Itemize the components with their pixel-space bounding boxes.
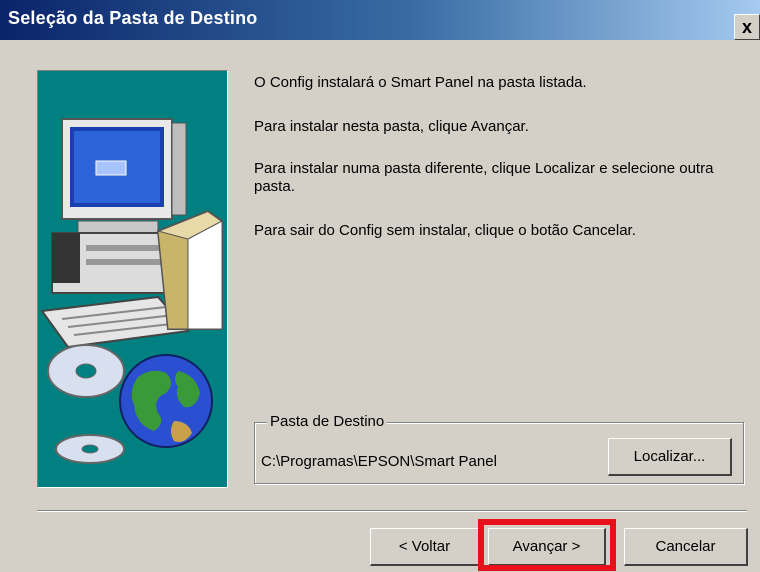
- back-button[interactable]: < Voltar: [370, 528, 480, 566]
- cancel-button[interactable]: Cancelar: [624, 528, 748, 566]
- close-button[interactable]: x: [734, 14, 760, 40]
- info-line-3: Para instalar numa pasta diferente, cliq…: [254, 160, 714, 195]
- destination-group-label: Pasta de Destino: [267, 413, 388, 430]
- destination-path: C:\Programas\EPSON\Smart Panel: [261, 453, 497, 470]
- next-button-highlight: [478, 519, 616, 571]
- window-title: Seleção da Pasta de Destino: [8, 8, 258, 28]
- info-line-2: Para instalar nesta pasta, clique Avança…: [254, 118, 529, 135]
- close-icon: x: [741, 17, 752, 37]
- setup-illustration: [37, 70, 228, 488]
- browse-button[interactable]: Localizar...: [608, 438, 732, 476]
- title-bar: Seleção da Pasta de Destino: [0, 0, 760, 40]
- info-line-4: Para sair do Config sem instalar, clique…: [254, 222, 636, 239]
- info-line-1: O Config instalará o Smart Panel na past…: [254, 74, 587, 91]
- computer-and-globe-icon: [40, 118, 223, 464]
- divider: [37, 510, 747, 512]
